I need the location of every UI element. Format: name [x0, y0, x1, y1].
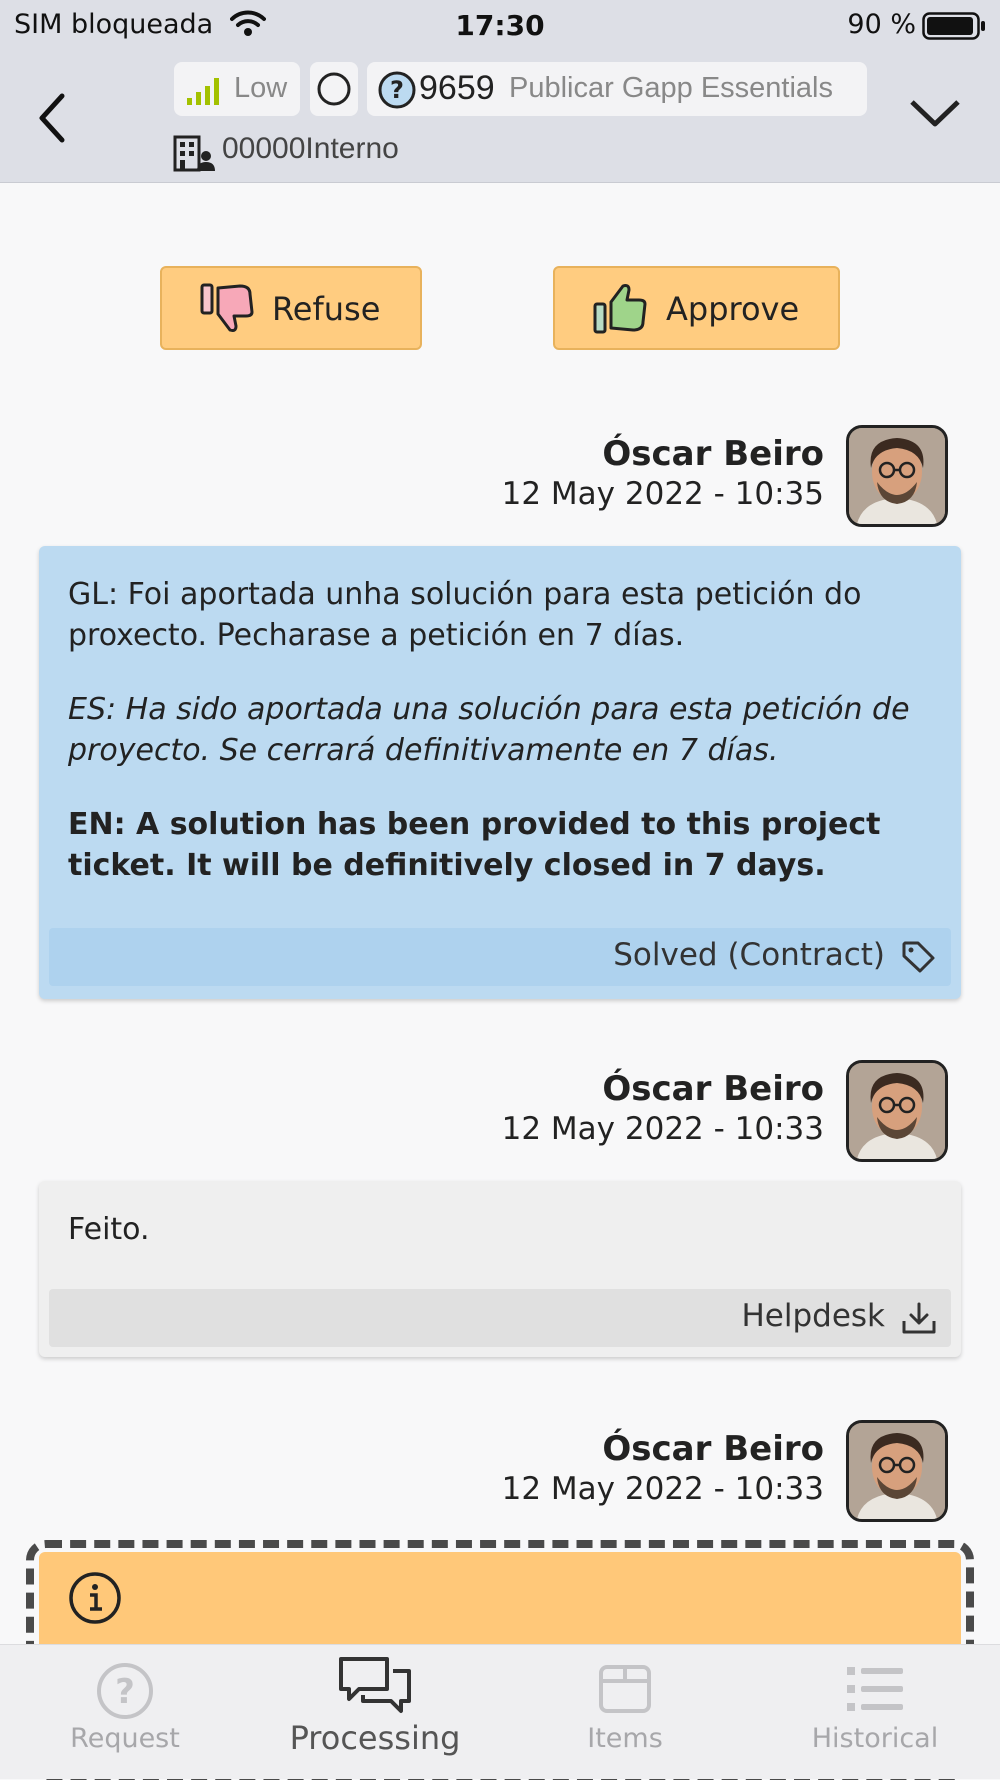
- tab-bar: ? Request Processing Items Historical: [0, 1644, 1000, 1779]
- message-date: 12 May 2022 - 10:33: [501, 1111, 824, 1147]
- svg-text:?: ?: [115, 1672, 135, 1712]
- building-user-icon: [173, 134, 215, 176]
- avatar-portrait: [849, 1063, 945, 1159]
- thumbs-up-icon: [593, 284, 647, 334]
- circle-icon: [316, 71, 352, 111]
- message-date: 12 May 2022 - 10:35: [501, 476, 824, 512]
- author-name: Óscar Beiro: [602, 1069, 824, 1109]
- priority-chip[interactable]: Low: [174, 62, 300, 116]
- message-date: 12 May 2022 - 10:33: [501, 1471, 824, 1507]
- ticket-header: Low ? 9659 Publicar Gapp Essentials 0000…: [0, 50, 1000, 183]
- avatar[interactable]: [846, 1060, 948, 1162]
- tab-label: Request: [70, 1723, 180, 1754]
- message-text: Feito.: [68, 1212, 150, 1247]
- svg-text:?: ?: [390, 76, 404, 104]
- approve-button[interactable]: Approve: [553, 266, 840, 350]
- info-icon: [67, 1570, 123, 1630]
- back-button[interactable]: [32, 90, 76, 146]
- priority-label: Low: [234, 72, 288, 104]
- box-icon: [599, 1665, 651, 1713]
- message-author: Óscar Beiro 12 May 2022 - 10:33: [502, 1069, 824, 1149]
- avatar[interactable]: [846, 1420, 948, 1522]
- avatar[interactable]: [846, 425, 948, 527]
- approve-label: Approve: [666, 290, 800, 328]
- company-name: 00000Interno: [222, 132, 399, 165]
- tab-request[interactable]: ? Request: [0, 1645, 250, 1779]
- question-icon: ?: [377, 70, 417, 114]
- state-chip[interactable]: [310, 62, 358, 116]
- message-footer: Helpdesk: [49, 1289, 951, 1347]
- avatar-portrait: [849, 1423, 945, 1519]
- source-label: Helpdesk: [741, 1298, 885, 1334]
- message-text-en: EN: A solution has been provided to this…: [68, 807, 881, 883]
- message-author: Óscar Beiro 12 May 2022 - 10:33: [502, 1429, 824, 1509]
- signal-bars-icon: [186, 74, 226, 110]
- refuse-label: Refuse: [272, 290, 381, 328]
- list-icon: [847, 1667, 903, 1711]
- message-text-es: ES: Ha sido aportada una solución para e…: [68, 692, 910, 768]
- chat-icon: [339, 1657, 411, 1713]
- tag-icon: [902, 941, 935, 973]
- status-bar: SIM bloqueada 17:30 90 %: [0, 0, 1000, 50]
- tab-label: Historical: [811, 1723, 939, 1754]
- author-name: Óscar Beiro: [602, 434, 824, 474]
- tab-items[interactable]: Items: [500, 1645, 750, 1779]
- message-card: GL: Foi aportada unha solución para esta…: [39, 546, 961, 999]
- download-icon: [902, 1302, 936, 1334]
- author-name: Óscar Beiro: [602, 1429, 824, 1469]
- tab-processing[interactable]: Processing: [250, 1645, 500, 1779]
- message-footer: Solved (Contract): [49, 928, 951, 986]
- chevron-down-icon[interactable]: [908, 94, 962, 134]
- tab-label: Processing: [289, 1719, 461, 1757]
- message-card: Feito. Helpdesk: [39, 1181, 961, 1357]
- ticket-title: Publicar Gapp Essentials: [509, 72, 833, 104]
- refuse-button[interactable]: Refuse: [160, 266, 422, 350]
- status-label: Solved (Contract): [613, 937, 885, 973]
- ticket-number: 9659: [419, 69, 495, 107]
- thumbs-down-icon: [200, 283, 254, 332]
- avatar-portrait: [849, 428, 945, 524]
- tab-historical[interactable]: Historical: [750, 1645, 1000, 1779]
- question-icon: ?: [97, 1663, 153, 1719]
- battery-icon: [922, 12, 986, 44]
- message-text-gl: GL: Foi aportada unha solución para esta…: [68, 577, 862, 653]
- battery-percent: 90 %: [847, 9, 916, 40]
- message-author: Óscar Beiro 12 May 2022 - 10:35: [502, 434, 824, 514]
- ticket-chip[interactable]: ? 9659 Publicar Gapp Essentials: [367, 62, 867, 116]
- tab-label: Items: [587, 1723, 663, 1754]
